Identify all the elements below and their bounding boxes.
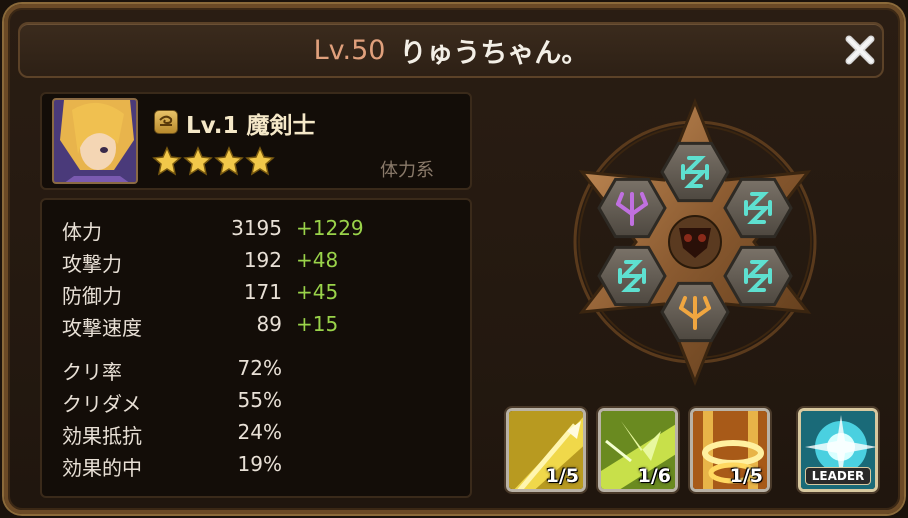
stat-value: 192 [243,248,282,272]
skill-2-level: 1/6 [637,465,671,487]
monster-portrait[interactable] [52,98,138,184]
monster-level: Lv.1 [186,113,239,139]
rune-slot-5[interactable] [597,245,667,307]
skill-1-button[interactable]: 1/5 [506,408,586,492]
wind-element-icon [154,110,178,134]
stat-row: 防御力 171 +45 [62,280,422,308]
skill-1-level: 1/5 [545,465,579,487]
stat-row: 攻撃速度 89 +15 [62,312,422,340]
stat-value: 19% [237,452,282,476]
stat-row: 攻撃力 192 +48 [62,248,422,276]
secondary-stat-row: クリ率 72% [62,356,422,384]
stat-value: 55% [237,388,282,412]
monster-type: 体力系 [380,160,434,181]
skill-2-button[interactable]: 1/6 [598,408,678,492]
portrait-image [54,100,136,182]
monster-name: Lv.1 魔剣士 [186,106,316,140]
stat-bonus: +15 [296,312,339,336]
leader-badge: LEADER [805,467,871,485]
skill-3-button[interactable]: 1/5 [690,408,770,492]
close-icon [845,35,875,65]
star-icon [214,146,244,176]
star-rating [152,146,275,176]
monster-level-title: Lv.50 [313,34,386,66]
stat-value: 3195 [231,216,282,240]
star-icon [152,146,182,176]
stat-bonus: +1229 [296,216,364,240]
stat-label: 攻撃力 [62,252,122,276]
star-icon [183,146,213,176]
close-button[interactable] [840,30,880,70]
stat-label: クリダメ [62,392,142,416]
stat-label: 体力 [62,220,102,244]
rune-slot-6[interactable] [597,177,667,239]
monster-nickname: りゅうちゃん。 [399,37,589,69]
title-bar: Lv.50 りゅうちゃん。 [18,22,884,78]
rune-slot-2[interactable] [723,177,793,239]
skill-3-level: 1/5 [729,465,763,487]
stat-value: 89 [256,312,282,336]
stat-value: 24% [237,420,282,444]
stat-row: 体力 3195 +1229 [62,216,422,244]
stat-bonus: +45 [296,280,339,304]
stat-label: 効果抵抗 [62,424,142,448]
rune-slot-4[interactable] [660,281,730,343]
rune-slot-3[interactable] [723,245,793,307]
rune-wheel [564,97,826,387]
title: Lv.50 りゅうちゃん。 [20,24,882,76]
secondary-stat-row: クリダメ 55% [62,388,422,416]
stat-label: 攻撃速度 [62,316,142,340]
stat-value: 72% [237,356,282,380]
stat-label: クリ率 [62,360,122,384]
secondary-stat-row: 効果的中 19% [62,452,422,480]
secondary-stat-row: 効果抵抗 24% [62,420,422,448]
stat-bonus: +48 [296,248,339,272]
leader-skill-button[interactable]: LEADER [798,408,878,492]
star-icon [245,146,275,176]
stat-value: 171 [243,280,282,304]
stat-label: 防御力 [62,284,122,308]
monster-class-name: 魔剣士 [246,113,316,139]
stat-label: 効果的中 [62,456,142,480]
rune-slot-1[interactable] [660,141,730,203]
